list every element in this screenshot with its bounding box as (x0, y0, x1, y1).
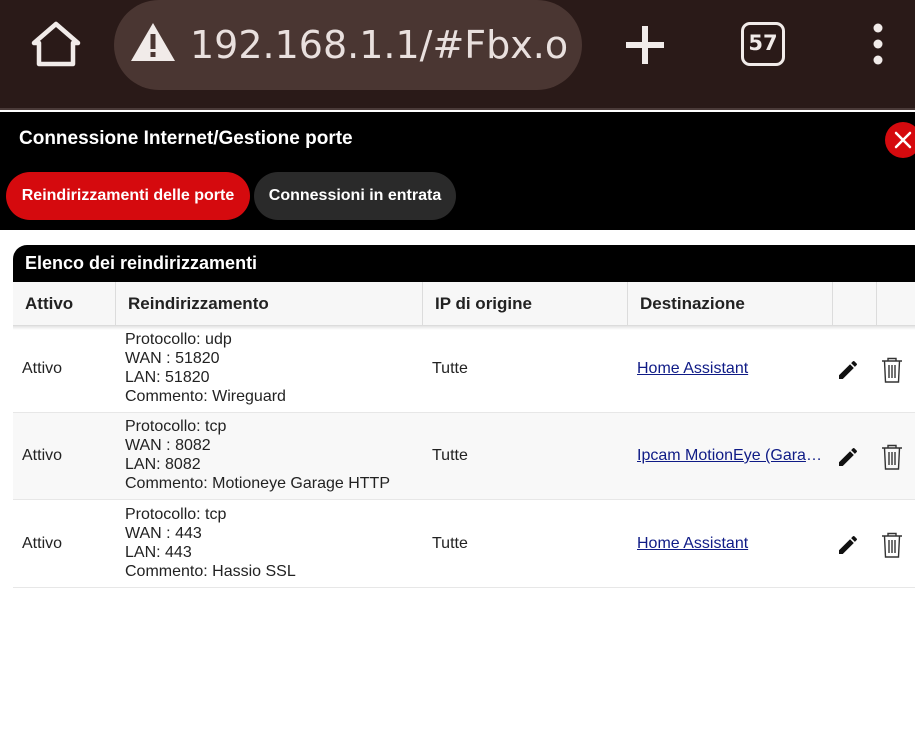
tab-incoming-connections[interactable]: Connessioni in entrata (254, 172, 456, 220)
protocol-text: Protocollo: tcp (125, 418, 227, 435)
column-header-delete (877, 282, 915, 326)
tab-port-forwarding[interactable]: Reindirizzamenti delle porte (6, 172, 250, 220)
table-row: Attivo Protocollo: udp WAN : 51820 LAN: … (13, 326, 915, 413)
url-text[interactable]: 192.168.1.1/#Fbx.os.app (190, 22, 570, 68)
redirect-details: Protocollo: tcp WAN : 443 LAN: 443 Comme… (125, 505, 296, 581)
destination-link[interactable]: Ipcam MotionEye (Garage) (637, 446, 827, 466)
close-button[interactable] (885, 122, 915, 158)
edit-button[interactable] (836, 533, 860, 557)
address-bar[interactable]: 192.168.1.1/#Fbx.os.app (114, 0, 582, 90)
more-vertical-icon (873, 23, 883, 65)
plus-icon (626, 26, 664, 64)
trash-icon (882, 532, 902, 558)
column-header-redirect[interactable]: Reindirizzamento (116, 282, 423, 326)
toolbar-divider (0, 108, 915, 110)
column-header-source-ip[interactable]: IP di origine (423, 282, 628, 326)
pencil-icon (839, 360, 858, 379)
home-icon (31, 21, 81, 67)
edit-button[interactable] (836, 358, 860, 382)
app-header: Connessione Internet/Gestione porte Rein… (0, 112, 915, 230)
redirect-details: Protocollo: tcp WAN : 8082 LAN: 8082 Com… (125, 417, 390, 493)
warning-icon[interactable] (130, 22, 176, 62)
comment-text: Commento: Motioneye Garage HTTP (125, 475, 390, 492)
comment-text: Commento: Wireguard (125, 388, 286, 405)
wan-port-text: WAN : 8082 (125, 437, 211, 454)
redirect-details: Protocollo: udp WAN : 51820 LAN: 51820 C… (125, 330, 286, 406)
panel-header: Elenco dei reindirizzamenti (13, 245, 915, 282)
edit-button[interactable] (836, 445, 860, 469)
protocol-text: Protocollo: tcp (125, 506, 227, 523)
table-row: Attivo Protocollo: tcp WAN : 8082 LAN: 8… (13, 413, 915, 500)
column-header-active[interactable]: Attivo (13, 282, 116, 326)
trash-icon (882, 444, 902, 470)
destination-link[interactable]: Home Assistant (637, 534, 827, 554)
wan-port-text: WAN : 443 (125, 525, 202, 542)
wan-port-text: WAN : 51820 (125, 350, 220, 367)
home-button[interactable] (30, 20, 82, 70)
destination-link[interactable]: Home Assistant (637, 359, 827, 379)
pencil-icon (839, 535, 858, 554)
close-icon (894, 131, 912, 149)
lan-port-text: LAN: 443 (125, 544, 192, 561)
browser-toolbar: 192.168.1.1/#Fbx.os.app 57 (0, 0, 915, 110)
page-title: Connessione Internet/Gestione porte (19, 128, 353, 149)
redirects-panel: Elenco dei reindirizzamenti Attivo Reind… (13, 245, 915, 589)
source-ip-cell: Tutte (432, 535, 468, 552)
status-cell: Attivo (22, 360, 63, 377)
delete-button[interactable] (880, 356, 904, 384)
pencil-icon (839, 447, 858, 466)
tab-switcher-button[interactable]: 57 (741, 22, 785, 66)
lan-port-text: LAN: 8082 (125, 456, 201, 473)
table-row: Attivo Protocollo: tcp WAN : 443 LAN: 44… (13, 501, 915, 588)
source-ip-cell: Tutte (432, 447, 468, 464)
comment-text: Commento: Hassio SSL (125, 563, 296, 580)
browser-menu-button[interactable] (864, 22, 892, 66)
protocol-text: Protocollo: udp (125, 331, 232, 348)
column-header-edit (833, 282, 877, 326)
new-tab-button[interactable] (620, 20, 670, 70)
panel-title: Elenco dei reindirizzamenti (25, 253, 258, 273)
delete-button[interactable] (880, 443, 904, 471)
source-ip-cell: Tutte (432, 360, 468, 377)
trash-icon (882, 357, 902, 383)
status-cell: Attivo (22, 447, 63, 464)
status-cell: Attivo (22, 535, 63, 552)
lan-port-text: LAN: 51820 (125, 369, 210, 386)
column-header-destination[interactable]: Destinazione (628, 282, 833, 326)
delete-button[interactable] (880, 531, 904, 559)
